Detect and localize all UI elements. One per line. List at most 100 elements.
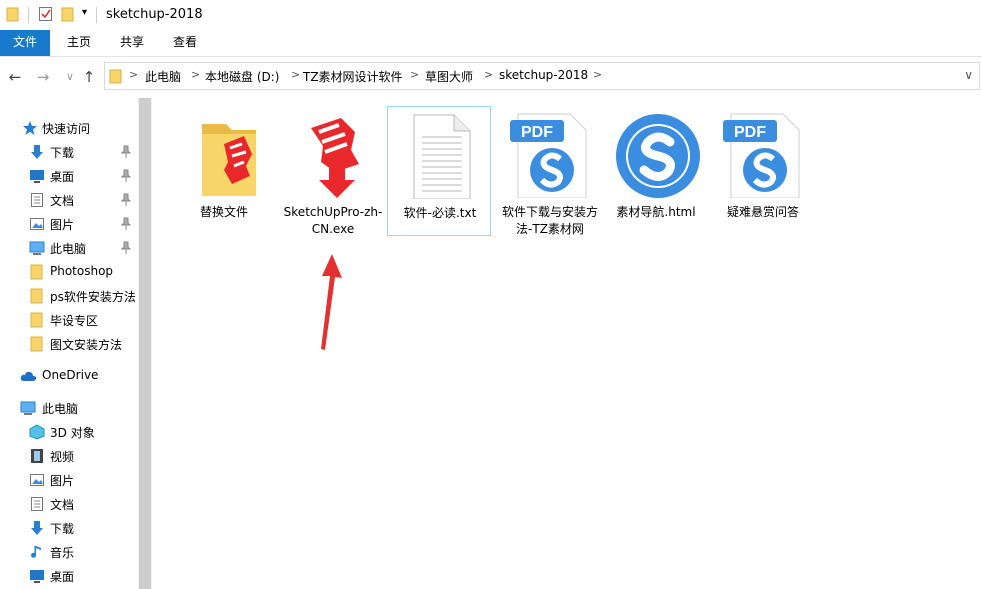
sidebar-item-pictures-pc[interactable]: 图片 (0, 468, 138, 492)
folder-icon (30, 336, 43, 352)
customize-quick-access-icon[interactable]: ▾ (82, 7, 87, 18)
pin-icon (121, 241, 131, 254)
window-title: sketchup-2018 (106, 7, 203, 22)
desktop-icon (30, 170, 44, 183)
sidebar-item-pictures[interactable]: 图片 (0, 212, 138, 236)
breadcrumb-tz-software[interactable]: TZ素材网设计软件 (303, 68, 403, 85)
file-item-sketchup-installer[interactable]: SketchUpPro-zh-CN.exe (281, 106, 385, 236)
scrollbar-thumb[interactable] (139, 98, 151, 589)
sidebar-item-desktop-pc[interactable]: 桌面 (0, 564, 138, 588)
sidebar-item-label: OneDrive (42, 368, 99, 382)
star-icon (23, 121, 37, 135)
text-file-icon (413, 114, 471, 199)
ribbon-tabs: 文件 主页 共享 查看 (0, 30, 982, 57)
sidebar-item-label: 文档 (50, 498, 75, 512)
desktop-icon (30, 570, 44, 583)
sidebar-item-3d-objects[interactable]: 3D 对象 (0, 420, 138, 444)
file-item-qa-pdf[interactable]: PDF 疑难悬赏问答 (711, 106, 815, 236)
sidebar-item-guide[interactable]: 图文安装方法 (0, 332, 138, 356)
breadcrumb-separator[interactable]: > (129, 68, 138, 81)
sidebar-item-desktop[interactable]: 桌面 (0, 164, 138, 188)
file-name: 替换文件 (199, 205, 248, 219)
file-item-readme-txt[interactable]: 软件-必读.txt (387, 106, 491, 236)
computer-icon (29, 241, 45, 255)
sketchup-installer-icon (311, 118, 359, 198)
breadcrumb-this-pc[interactable]: 此电脑 (145, 68, 181, 85)
sidebar-item-label: 音乐 (50, 546, 75, 560)
breadcrumb-separator[interactable]: > (291, 68, 300, 81)
sidebar-item-label: 图文安装方法 (50, 338, 123, 352)
sidebar-item-onedrive[interactable]: OneDrive (0, 364, 138, 388)
breadcrumb-separator[interactable]: > (191, 68, 200, 81)
file-item-replace-folder[interactable]: 替换文件 (172, 106, 276, 236)
folder-icon (30, 288, 43, 304)
sidebar-item-music[interactable]: 音乐 (0, 540, 138, 564)
sidebar-item-download[interactable]: 下载 (0, 140, 138, 164)
navigation-pane: 快速访问 下载 桌面 文档 图片 此电脑 Photoshop ps软件安装方法 … (0, 98, 138, 589)
up-button[interactable]: ↑ (79, 67, 99, 87)
tab-share[interactable]: 共享 (109, 30, 155, 56)
breadcrumb-sketchup-2018[interactable]: sketchup-2018 (499, 68, 588, 82)
folder-icon (30, 312, 43, 328)
file-list: 替换文件 SketchUpPro-zh-CN.exe 软件-必读.txt PDF… (152, 98, 982, 589)
sidebar-item-label: 快速访问 (42, 122, 91, 136)
back-button[interactable]: ← (5, 67, 25, 87)
sidebar-item-this-pc-pinned[interactable]: 此电脑 (0, 236, 138, 260)
documents-icon (31, 497, 43, 511)
file-name: 软件-必读.txt (403, 206, 477, 220)
breadcrumb-separator[interactable]: > (484, 68, 493, 81)
sidebar-item-quick-access[interactable]: 快速访问 (0, 116, 138, 140)
sidebar-item-label: 桌面 (50, 570, 75, 584)
pin-icon (121, 193, 131, 206)
address-bar[interactable]: > 此电脑 > 本地磁盘 (D:) > TZ素材网设计软件 > 草图大师 > s… (104, 62, 980, 90)
red-arrow-icon (321, 254, 342, 350)
sidebar-item-label: Photoshop (50, 264, 114, 278)
tab-file[interactable]: 文件 (0, 30, 50, 56)
file-name: SketchUpPro-zh-CN.exe (283, 205, 383, 236)
sidebar-item-label: 图片 (50, 474, 75, 488)
folder-icon[interactable] (6, 6, 20, 22)
sidebar-item-label: 毕设专区 (50, 314, 99, 328)
sidebar-item-documents-pc[interactable]: 文档 (0, 492, 138, 516)
download-icon (31, 521, 43, 535)
sidebar-item-documents[interactable]: 文档 (0, 188, 138, 212)
file-name: 素材导航.html (616, 205, 696, 219)
sidebar-item-label: 此电脑 (50, 242, 87, 256)
properties-icon[interactable] (38, 6, 54, 22)
forward-button[interactable]: → (33, 67, 53, 87)
pictures-icon (30, 218, 44, 230)
sidebar-item-label: 文档 (50, 194, 75, 208)
address-history-dropdown[interactable]: ∨ (964, 68, 973, 82)
sidebar-item-photoshop[interactable]: Photoshop (0, 260, 138, 284)
breadcrumb-local-disk[interactable]: 本地磁盘 (D:) (205, 68, 279, 85)
sidebar-item-download-pc[interactable]: 下载 (0, 516, 138, 540)
navigation-scrollbar[interactable] (138, 98, 152, 589)
sidebar-item-label: 桌面 (50, 170, 75, 184)
sidebar-item-ps-install[interactable]: ps软件安装方法 (0, 284, 138, 308)
file-item-install-guide-pdf[interactable]: PDF 软件下载与安装方法-TZ素材网 (498, 106, 602, 236)
music-icon (31, 546, 41, 558)
folder-icon (30, 264, 43, 280)
file-name: 软件下载与安装方法-TZ素材网 (501, 205, 598, 236)
sidebar-item-videos[interactable]: 视频 (0, 444, 138, 468)
tab-home[interactable]: 主页 (56, 30, 102, 56)
sidebar-item-label: 下载 (50, 522, 75, 536)
divider (28, 7, 29, 23)
sidebar-item-label: 下载 (50, 146, 75, 160)
divider (96, 7, 97, 23)
documents-icon (31, 193, 43, 207)
file-name: 疑难悬赏问答 (726, 205, 799, 219)
sidebar-item-label: 图片 (50, 218, 75, 232)
sidebar-item-graduation[interactable]: 毕设专区 (0, 308, 138, 332)
sidebar-item-label: 此电脑 (42, 402, 79, 416)
sidebar-item-this-pc[interactable]: 此电脑 (0, 396, 138, 420)
new-folder-icon[interactable] (61, 6, 75, 22)
3d-objects-icon (29, 424, 45, 440)
breadcrumb-sketch-master[interactable]: 草图大师 (425, 68, 473, 85)
breadcrumb-separator[interactable]: > (593, 68, 602, 81)
sidebar-item-label: 3D 对象 (50, 426, 95, 440)
file-item-nav-html[interactable]: 素材导航.html (604, 106, 708, 236)
recent-locations-button[interactable]: ∨ (60, 67, 80, 87)
tab-view[interactable]: 查看 (162, 30, 208, 56)
breadcrumb-separator[interactable]: > (410, 68, 419, 81)
